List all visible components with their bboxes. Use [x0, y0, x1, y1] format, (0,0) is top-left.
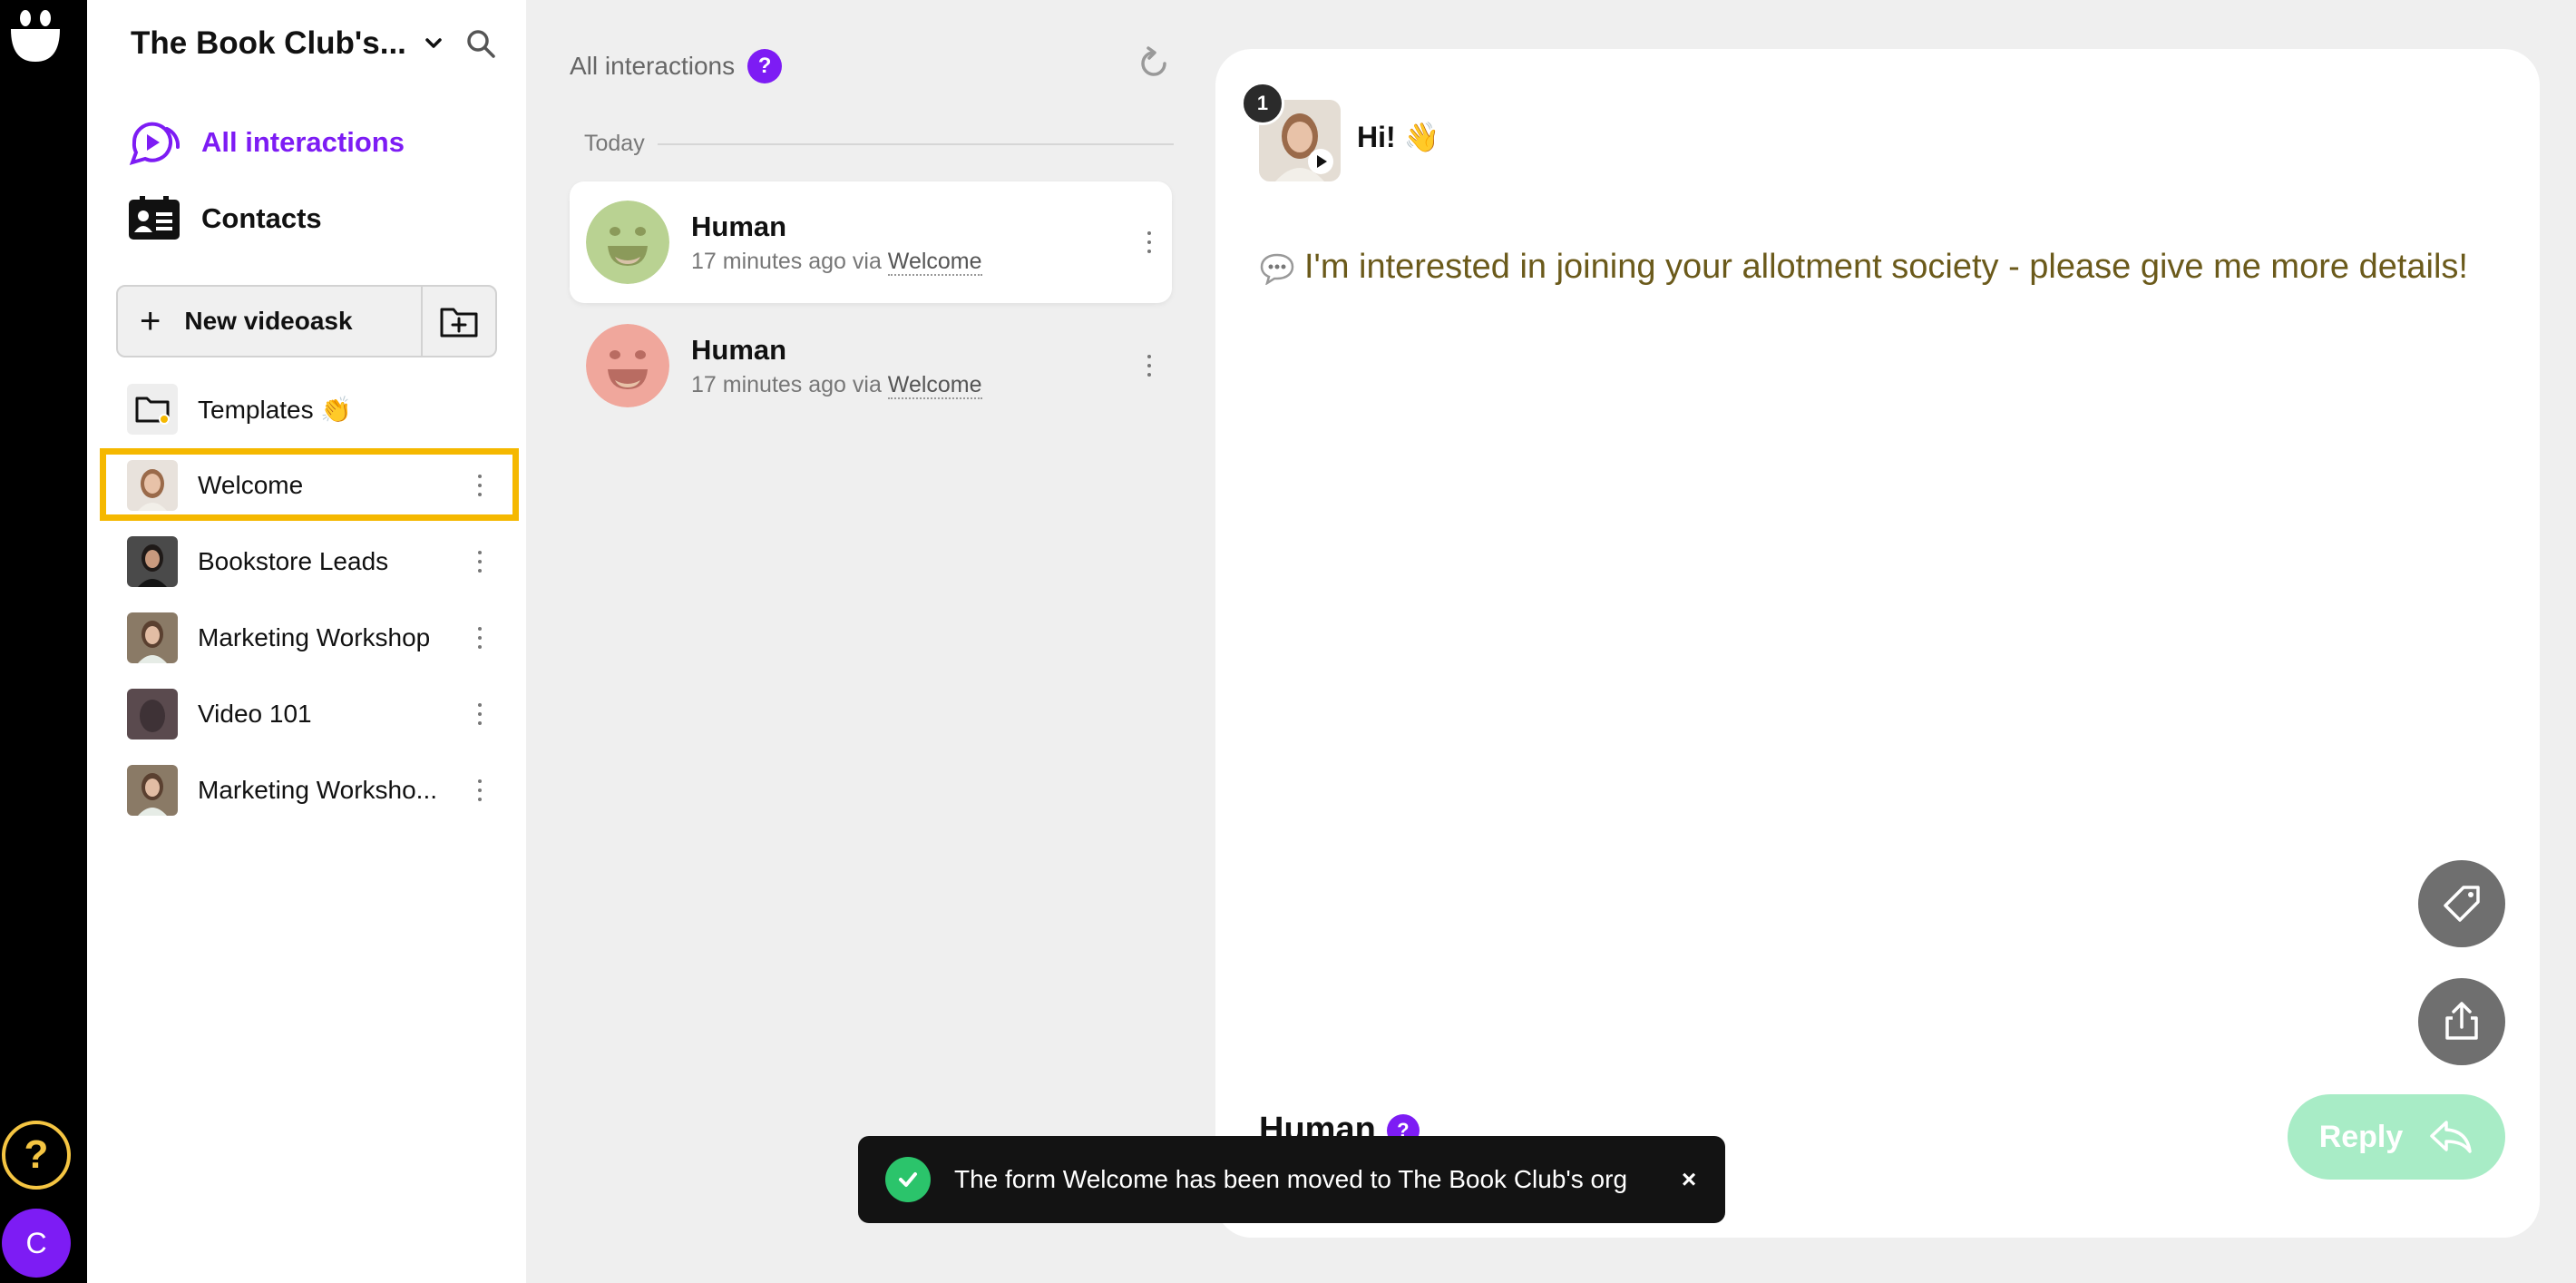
form-thumbnail — [127, 689, 178, 739]
close-icon[interactable]: × — [1653, 1165, 1725, 1194]
tag-button[interactable] — [2418, 860, 2505, 947]
selection-highlight — [100, 448, 519, 521]
help-badge[interactable]: ? — [747, 49, 783, 83]
interactions-icon — [127, 120, 181, 165]
share-icon — [2445, 1002, 2478, 1040]
sidebar-item-bookstore-leads[interactable]: Bookstore Leads — [127, 532, 493, 592]
toast-notification: The form Welcome has been moved to The B… — [858, 1136, 1725, 1223]
reply-button[interactable]: Reply — [2288, 1094, 2505, 1180]
more-options-icon[interactable] — [1127, 231, 1172, 253]
interaction-time: 17 minutes ago via — [691, 248, 888, 274]
sidebar-item-label: Video 101 — [198, 700, 312, 728]
sidebar-item-marketing-workshop[interactable]: Marketing Workshop — [127, 608, 493, 668]
new-videoask-label: New videoask — [184, 307, 353, 335]
sidebar-item-label: Templates 👏 — [198, 395, 353, 424]
more-options-icon[interactable] — [466, 627, 493, 649]
nav-all-interactions-label: All interactions — [201, 126, 405, 158]
chevron-down-icon — [425, 38, 442, 48]
interaction-item[interactable]: Human 17 minutes ago via Welcome — [570, 181, 1172, 303]
folder-plus-icon — [440, 308, 478, 338]
answer-text: I'm interested in joining your allotment… — [1304, 248, 2468, 286]
org-name: The Book Club's... — [131, 25, 406, 61]
avatar — [586, 201, 669, 284]
new-videoask-button[interactable]: + New videoask — [118, 287, 423, 356]
share-button[interactable] — [2418, 978, 2505, 1065]
templates-folder-icon — [127, 384, 178, 435]
speech-bubble-icon — [1260, 253, 1294, 285]
form-thumbnail — [127, 612, 178, 663]
sidebar-item-marketing-workshop-2[interactable]: Marketing Worksho... — [127, 760, 493, 820]
list-title: All interactions — [570, 52, 736, 80]
interaction-time: 17 minutes ago via — [691, 371, 888, 397]
sidebar: The Book Club's... All interactions Cont… — [87, 0, 526, 1283]
interaction-detail: 1 Hi! 👋 I'm interested in joining your a… — [1215, 49, 2540, 1238]
nav-contacts-label: Contacts — [201, 202, 322, 234]
interaction-item[interactable]: Human 17 minutes ago via Welcome — [570, 305, 1172, 426]
sidebar-item-templates[interactable]: Templates 👏 — [127, 379, 493, 439]
day-divider — [584, 143, 1174, 145]
avatar — [586, 324, 669, 407]
form-thumbnail — [127, 536, 178, 587]
reply-arrow-icon — [2430, 1121, 2473, 1153]
search-icon[interactable] — [464, 27, 497, 60]
app-rail: ? C — [0, 0, 87, 1283]
step-number: 1 — [1241, 82, 1284, 125]
interaction-meta: 17 minutes ago via Welcome — [691, 371, 1127, 399]
interaction-name: Human — [691, 333, 787, 366]
check-icon — [885, 1157, 931, 1202]
tag-icon — [2444, 886, 2480, 922]
refresh-icon[interactable] — [1136, 45, 1172, 82]
help-button[interactable]: ? — [2, 1121, 71, 1190]
sidebar-item-label: Marketing Worksho... — [198, 776, 438, 804]
sidebar-item-label: Bookstore Leads — [198, 547, 389, 575]
day-label: Today — [584, 131, 658, 157]
more-options-icon[interactable] — [466, 703, 493, 725]
sidebar-item-video-101[interactable]: Video 101 — [127, 684, 493, 744]
more-options-icon[interactable] — [1127, 355, 1172, 377]
nav-contacts[interactable]: Contacts — [127, 196, 322, 241]
interaction-form-link[interactable]: Welcome — [887, 248, 982, 276]
user-avatar[interactable]: C — [2, 1209, 71, 1278]
org-switcher[interactable]: The Book Club's... — [131, 25, 444, 62]
videoask-logo-icon[interactable] — [7, 7, 63, 64]
interactions-list: All interactions ? Today Human 17 minute… — [526, 0, 1188, 1283]
interaction-name: Human — [691, 210, 787, 242]
answer-text-block: I'm interested in joining your allotment… — [1259, 241, 2474, 292]
contacts-icon — [127, 196, 181, 241]
new-videoask-group: + New videoask — [116, 285, 497, 357]
more-options-icon[interactable] — [466, 779, 493, 801]
more-options-icon[interactable] — [466, 551, 493, 573]
form-thumbnail — [127, 765, 178, 816]
toast-message: The form Welcome has been moved to The B… — [954, 1165, 1628, 1193]
nav-all-interactions[interactable]: All interactions — [127, 120, 405, 165]
interaction-form-link[interactable]: Welcome — [887, 371, 982, 399]
message-title: Hi! 👋 — [1357, 121, 1440, 153]
interaction-meta: 17 minutes ago via Welcome — [691, 248, 1127, 276]
new-folder-button[interactable] — [423, 287, 495, 356]
reply-label: Reply — [2318, 1119, 2404, 1154]
list-header: All interactions ? — [570, 49, 783, 83]
sidebar-item-label: Marketing Workshop — [198, 623, 431, 651]
plus-icon: + — [140, 301, 161, 341]
